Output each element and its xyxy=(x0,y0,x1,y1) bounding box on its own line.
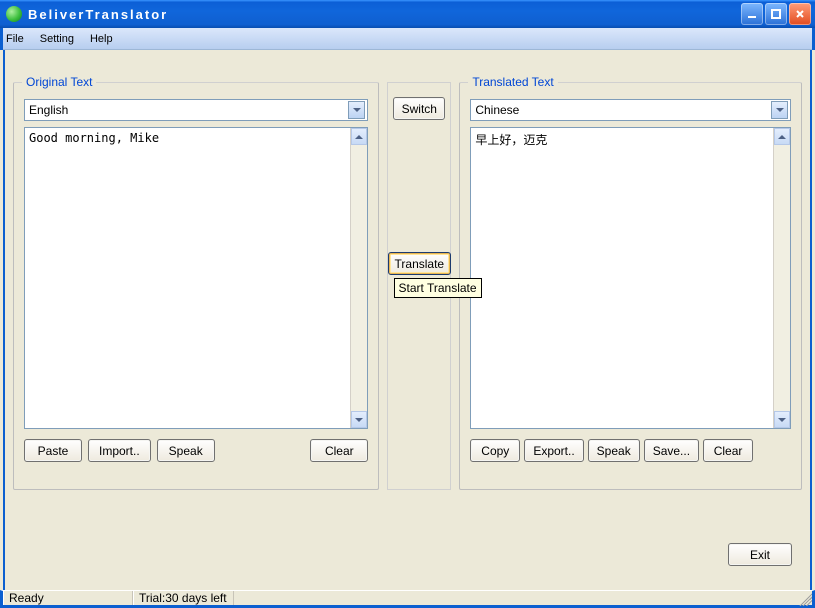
menu-file[interactable]: File xyxy=(6,33,24,45)
menu-bar: File Setting Help xyxy=(0,28,815,50)
window-controls xyxy=(741,3,811,25)
translate-tooltip: Start Translate xyxy=(394,278,482,298)
middle-column: Switch Translate Start Translate xyxy=(387,82,451,490)
app-icon xyxy=(6,6,22,22)
translated-text-panel: Translated Text Chinese 早上好，迈克 Copy Expo… xyxy=(459,82,802,490)
translated-scrollbar[interactable] xyxy=(773,128,790,428)
title-bar: BeliverTranslator xyxy=(0,0,815,28)
original-text-content[interactable]: Good morning, Mike xyxy=(25,128,350,428)
exit-row: Exit xyxy=(728,543,792,566)
chevron-down-icon[interactable] xyxy=(348,101,365,119)
clear-translated-button[interactable]: Clear xyxy=(703,439,753,462)
paste-button[interactable]: Paste xyxy=(24,439,82,462)
exit-button[interactable]: Exit xyxy=(728,543,792,566)
minimize-button[interactable] xyxy=(741,3,763,25)
status-trial: Trial:30 days left xyxy=(133,591,234,605)
speak-original-button[interactable]: Speak xyxy=(157,439,215,462)
scroll-down-icon[interactable] xyxy=(774,411,790,428)
original-language-value: English xyxy=(29,103,348,117)
switch-button[interactable]: Switch xyxy=(393,97,445,120)
original-scrollbar[interactable] xyxy=(350,128,367,428)
translated-language-combo[interactable]: Chinese xyxy=(470,99,791,121)
original-legend: Original Text xyxy=(22,75,96,89)
original-buttons: Paste Import.. Speak Clear xyxy=(24,439,368,462)
clear-original-button[interactable]: Clear xyxy=(310,439,368,462)
menu-setting[interactable]: Setting xyxy=(40,33,74,45)
window-title: BeliverTranslator xyxy=(28,7,741,22)
scroll-track[interactable] xyxy=(774,145,790,411)
close-button[interactable] xyxy=(789,3,811,25)
original-textarea[interactable]: Good morning, Mike xyxy=(24,127,368,429)
maximize-button[interactable] xyxy=(765,3,787,25)
translated-language-value: Chinese xyxy=(475,103,771,117)
translated-legend: Translated Text xyxy=(468,75,557,89)
menu-help[interactable]: Help xyxy=(90,33,113,45)
translate-button[interactable]: Translate xyxy=(388,252,452,275)
translated-text-content: 早上好，迈克 xyxy=(471,128,773,428)
client-area: Original Text English Good morning, Mike… xyxy=(3,50,812,590)
speak-translated-button[interactable]: Speak xyxy=(588,439,640,462)
translated-textarea[interactable]: 早上好，迈克 xyxy=(470,127,791,429)
scroll-up-icon[interactable] xyxy=(774,128,790,145)
scroll-down-icon[interactable] xyxy=(351,411,367,428)
original-language-combo[interactable]: English xyxy=(24,99,368,121)
original-text-panel: Original Text English Good morning, Mike… xyxy=(13,82,379,490)
copy-button[interactable]: Copy xyxy=(470,439,520,462)
resize-grip-icon[interactable] xyxy=(796,590,812,606)
save-button[interactable]: Save... xyxy=(644,439,699,462)
scroll-track[interactable] xyxy=(351,145,367,411)
status-bar: Ready Trial:30 days left xyxy=(0,590,815,608)
chevron-down-icon[interactable] xyxy=(771,101,788,119)
status-ready: Ready xyxy=(3,591,133,605)
scroll-up-icon[interactable] xyxy=(351,128,367,145)
import-button[interactable]: Import.. xyxy=(88,439,151,462)
export-button[interactable]: Export.. xyxy=(524,439,583,462)
translated-buttons: Copy Export.. Speak Save... Clear xyxy=(470,439,791,462)
